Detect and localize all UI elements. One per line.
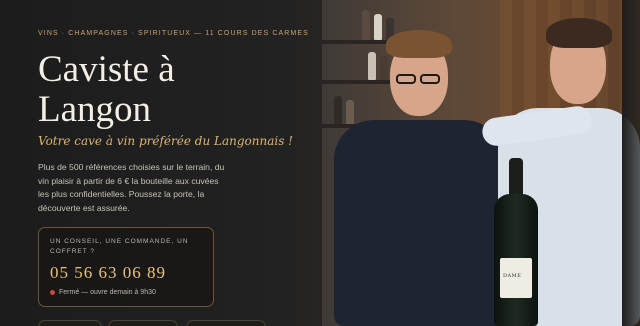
shelf-bottle	[380, 56, 388, 80]
page-title: Caviste à Langon	[38, 49, 175, 130]
hero-photo	[322, 0, 640, 326]
champagne-bottle: DAME	[494, 158, 538, 326]
shelf-bottle	[368, 52, 376, 80]
hero-description: Plus de 500 références choisies sur le t…	[38, 162, 225, 213]
tagline: Votre cave à vin préférée du Langonnais …	[38, 134, 294, 148]
bottle-label: DAME	[503, 273, 522, 279]
phone-link[interactable]: 05 56 63 06 89	[50, 263, 166, 283]
shelf-bottle	[362, 10, 370, 40]
shelf-bottle	[334, 96, 342, 124]
opening-status: Fermé — ouvre demain à 9h30	[50, 289, 156, 296]
photo-fade	[622, 0, 640, 326]
opening-status-text: Fermé — ouvre demain à 9h30	[59, 289, 156, 296]
contact-card: UN CONSEIL, UNE COMMANDE, UN COFFRET ? 0…	[38, 227, 214, 307]
eyebrow-text: VINS · CHAMPAGNES · SPIRITUEUX — 11 COUR…	[38, 30, 309, 37]
cta-button[interactable]	[186, 320, 266, 326]
hero-section: DAME VINS · CHAMPAGNES · SPIRITUEUX — 11…	[0, 0, 640, 326]
cta-button[interactable]	[38, 320, 102, 326]
cta-button[interactable]	[108, 320, 178, 326]
shelf-bottle	[374, 14, 382, 40]
status-dot-icon	[50, 290, 55, 295]
contact-card-label: UN CONSEIL, UNE COMMANDE, UN COFFRET ?	[50, 238, 189, 255]
shelf-bottle	[346, 100, 354, 124]
